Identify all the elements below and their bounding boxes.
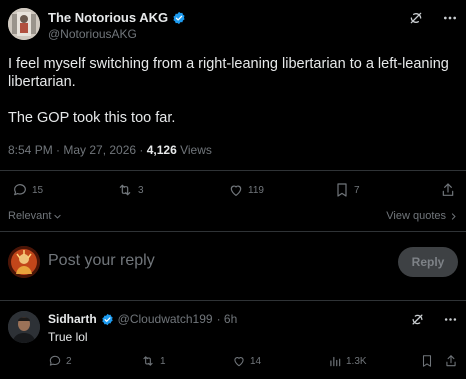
reply-action[interactable]: 15	[12, 182, 43, 198]
author-name-row[interactable]: The Notorious AKG	[48, 10, 186, 25]
views-label: Views	[176, 143, 212, 157]
reply-button[interactable]: Reply	[398, 247, 458, 277]
bookmark-action[interactable]: 7	[334, 182, 360, 198]
like-count: 119	[248, 184, 264, 196]
repost-icon	[140, 354, 156, 368]
grok-icon[interactable]	[410, 312, 425, 327]
verified-badge-icon	[172, 11, 186, 25]
views-count: 1.3K	[346, 355, 367, 367]
like-action[interactable]: 14	[232, 354, 261, 368]
chevron-down-icon	[53, 212, 62, 221]
tweet-text-line: The GOP took this too far.	[8, 110, 176, 126]
like-count: 14	[250, 355, 262, 367]
reply-time[interactable]: · 6h	[217, 312, 238, 326]
share-action[interactable]	[440, 182, 456, 198]
reply-action[interactable]: 2	[48, 354, 72, 368]
tweet-actions: 15 3 119 7	[0, 182, 466, 202]
sort-label: Relevant	[8, 210, 52, 222]
chevron-right-icon	[449, 212, 458, 221]
author-avatar[interactable]	[8, 8, 40, 40]
sort-relevant-dropdown[interactable]: Relevant	[8, 210, 62, 222]
views-count[interactable]: 4,126	[147, 143, 177, 157]
tweet-timestamp[interactable]: 8:54 PM · May 27, 2026 ·	[8, 143, 147, 157]
view-quotes-link[interactable]: View quotes	[386, 210, 458, 222]
reply-author-avatar[interactable]	[8, 311, 40, 343]
reply-actions: 2 1 14 1.3K	[0, 354, 466, 374]
bookmark-action[interactable]	[420, 354, 434, 368]
repost-action[interactable]: 1	[140, 354, 166, 368]
author-handle[interactable]: @NotoriousAKG	[48, 27, 137, 41]
divider	[0, 231, 466, 232]
view-quotes-label: View quotes	[386, 210, 446, 222]
reply-icon	[12, 182, 28, 198]
repost-icon	[116, 182, 134, 198]
like-action[interactable]: 119	[228, 182, 264, 198]
reply-author-name[interactable]: Sidharth	[48, 312, 97, 326]
verified-badge-icon	[101, 313, 114, 326]
more-options-icon[interactable]	[442, 10, 458, 26]
analytics-icon	[328, 354, 342, 368]
current-user-avatar[interactable]	[8, 246, 40, 278]
bookmark-count: 7	[354, 184, 360, 196]
tweet-text-line: libertarian.	[8, 74, 76, 90]
tweet-meta: 8:54 PM · May 27, 2026 · 4,126 Views	[8, 143, 212, 157]
grok-icon[interactable]	[408, 10, 424, 26]
views-action[interactable]: 1.3K	[328, 354, 367, 368]
heart-icon	[228, 182, 244, 198]
reply-author-handle[interactable]: @Cloudwatch199	[118, 312, 213, 326]
reply-header: Sidharth @Cloudwatch199 · 6h	[48, 312, 237, 326]
bookmark-icon	[420, 354, 434, 368]
share-icon	[444, 354, 458, 368]
tweet-text-line: I feel myself switching from a right-lea…	[8, 56, 449, 72]
more-options-icon[interactable]	[443, 312, 458, 327]
repost-count: 3	[138, 184, 144, 196]
tweet-text: I feel myself switching from a right-lea…	[8, 55, 458, 127]
divider	[0, 170, 466, 171]
share-icon	[440, 182, 456, 198]
repost-action[interactable]: 3	[116, 182, 144, 198]
reply-icon	[48, 354, 62, 368]
divider	[0, 300, 466, 301]
reply-count: 15	[32, 184, 44, 196]
author-name[interactable]: The Notorious AKG	[48, 10, 168, 25]
reply-input[interactable]: Post your reply	[48, 252, 155, 270]
share-action[interactable]	[444, 354, 458, 368]
heart-icon	[232, 354, 246, 368]
bookmark-icon	[334, 182, 350, 198]
reply-count: 2	[66, 355, 72, 367]
repost-count: 1	[160, 355, 166, 367]
reply-text: True lol	[48, 330, 88, 344]
